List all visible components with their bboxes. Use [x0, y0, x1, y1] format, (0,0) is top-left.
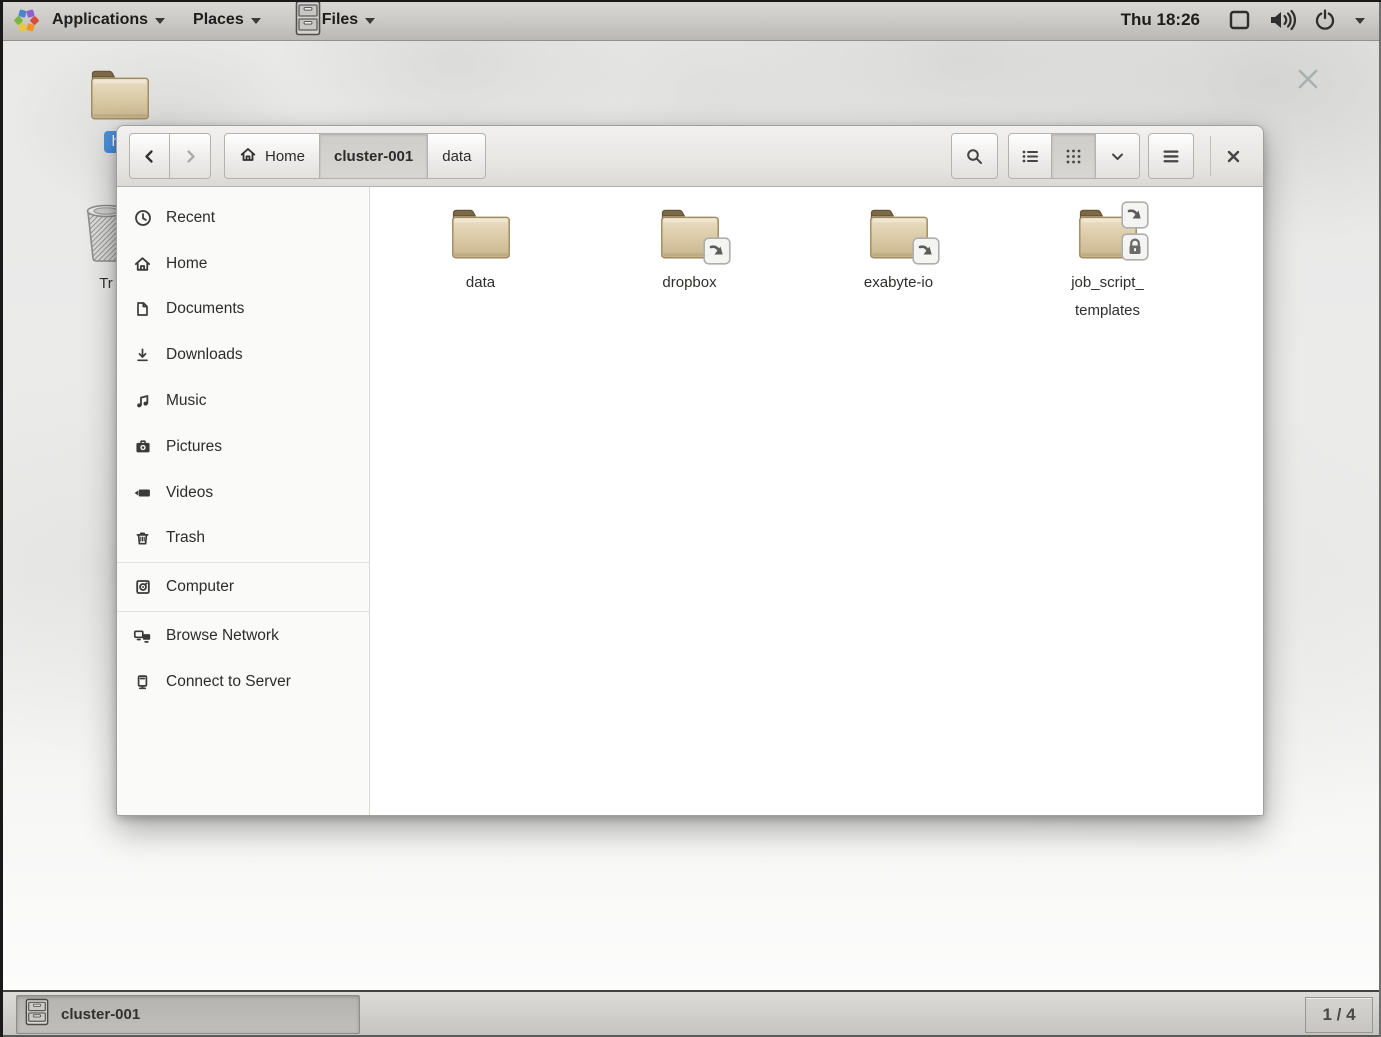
hamburger-menu-button[interactable]	[1148, 133, 1194, 179]
folder-icon	[450, 246, 512, 263]
menu-places-label: Places	[193, 11, 244, 29]
sidebar-item-trash[interactable]: Trash	[117, 516, 369, 562]
sidebar-item-music[interactable]: Music	[117, 378, 369, 424]
menu-places[interactable]: Places	[179, 0, 275, 40]
caret-down-icon	[155, 18, 165, 24]
top-panel: Applications Places Files Thu 18:26	[0, 0, 1381, 41]
recent-icon	[133, 208, 152, 227]
menu-files-label: Files	[322, 11, 358, 29]
pathbar-home[interactable]: Home	[224, 133, 320, 179]
trash-icon	[133, 529, 152, 548]
file-item-dropbox[interactable]: dropbox	[585, 207, 794, 297]
downloads-icon	[133, 346, 152, 365]
sidebar-item-connect-to-server[interactable]: Connect to Server	[117, 659, 369, 705]
taskbar-window-cluster-001[interactable]: cluster-001	[16, 995, 360, 1034]
server-icon	[133, 672, 152, 691]
distro-pinwheel-icon	[14, 8, 38, 32]
menu-applications[interactable]: Applications	[38, 0, 179, 40]
menu-applications-label: Applications	[52, 11, 148, 29]
window-close-button[interactable]	[1219, 142, 1247, 170]
view-options-button[interactable]	[1096, 133, 1140, 179]
headerbar: Home cluster-001 data	[117, 126, 1263, 187]
pathbar-data-label: data	[442, 148, 471, 165]
file-item-exabyte-io[interactable]: exabyte-io	[794, 207, 1003, 297]
clock[interactable]: Thu 18:26	[1121, 10, 1200, 30]
power-icon[interactable]	[1313, 8, 1337, 32]
sidebar-item-computer[interactable]: Computer	[117, 564, 369, 610]
sidebar-item-browse-network[interactable]: Browse Network	[117, 613, 369, 659]
workspace-indicator[interactable]: 1 / 4	[1305, 997, 1373, 1033]
videos-icon	[133, 483, 152, 502]
home-icon	[133, 254, 152, 273]
bottom-taskbar: cluster-001 1 / 4	[0, 990, 1381, 1037]
screen-icon[interactable]	[1228, 9, 1251, 31]
caret-down-icon[interactable]	[1355, 18, 1365, 24]
file-cabinet-icon	[295, 0, 321, 41]
pathbar-cluster-label: cluster-001	[334, 148, 413, 165]
file-grid: data dropbox exabyte-io job_script_ temp…	[370, 187, 1263, 815]
caret-down-icon	[365, 18, 375, 24]
pathbar-cluster-001[interactable]: cluster-001	[320, 133, 428, 179]
headerbar-separator	[1210, 136, 1211, 176]
sidebar-item-documents[interactable]: Documents	[117, 287, 369, 333]
home-folder-icon	[89, 107, 151, 124]
network-icon	[133, 627, 152, 646]
close-x-icon	[1293, 64, 1323, 99]
taskbar-window-label: cluster-001	[61, 1006, 140, 1023]
music-icon	[133, 392, 152, 411]
pictures-icon	[133, 437, 152, 456]
emblem-symlink-icon	[912, 237, 940, 270]
emblem-symlink-icon	[1121, 201, 1149, 234]
sidebar-item-videos[interactable]: Videos	[117, 470, 369, 516]
file-label: dropbox	[585, 269, 794, 297]
sidebar-item-recent[interactable]: Recent	[117, 195, 369, 241]
caret-down-icon	[251, 18, 261, 24]
emblem-symlink-icon	[703, 237, 731, 270]
list-view-button[interactable]	[1008, 133, 1052, 179]
computer-icon	[133, 578, 152, 597]
home-icon	[239, 146, 257, 167]
sidebar: Recent Home Documents Downloads Music Pi…	[117, 187, 370, 815]
pathbar-data[interactable]: data	[428, 133, 486, 179]
file-cabinet-icon	[25, 998, 49, 1031]
menu-files[interactable]: Files	[275, 0, 389, 40]
documents-icon	[133, 300, 152, 319]
sidebar-item-downloads[interactable]: Downloads	[117, 332, 369, 378]
file-label: job_script_ templates	[1003, 269, 1212, 325]
files-window: Home cluster-001 data Recent Home	[116, 125, 1264, 816]
file-item-job_script_templates[interactable]: job_script_ templates	[1003, 207, 1212, 325]
nav-buttons	[129, 133, 211, 179]
pathbar-home-label: Home	[265, 148, 305, 165]
file-label: exabyte-io	[794, 269, 1003, 297]
sidebar-separator	[117, 611, 369, 612]
desktop-trash-label: Tr	[99, 275, 113, 292]
emblem-lock-icon	[1121, 233, 1149, 266]
grid-view-button[interactable]	[1052, 133, 1096, 179]
pathbar: Home cluster-001 data	[224, 133, 486, 179]
file-label: data	[376, 269, 585, 297]
forward-button[interactable]	[170, 133, 211, 179]
view-toggle-group	[1008, 133, 1140, 179]
search-button[interactable]	[951, 133, 998, 179]
volume-icon[interactable]	[1267, 8, 1297, 32]
back-button[interactable]	[129, 133, 170, 179]
file-item-data[interactable]: data	[376, 207, 585, 297]
sidebar-item-home[interactable]: Home	[117, 241, 369, 287]
sidebar-item-pictures[interactable]: Pictures	[117, 424, 369, 470]
sidebar-separator	[117, 562, 369, 563]
